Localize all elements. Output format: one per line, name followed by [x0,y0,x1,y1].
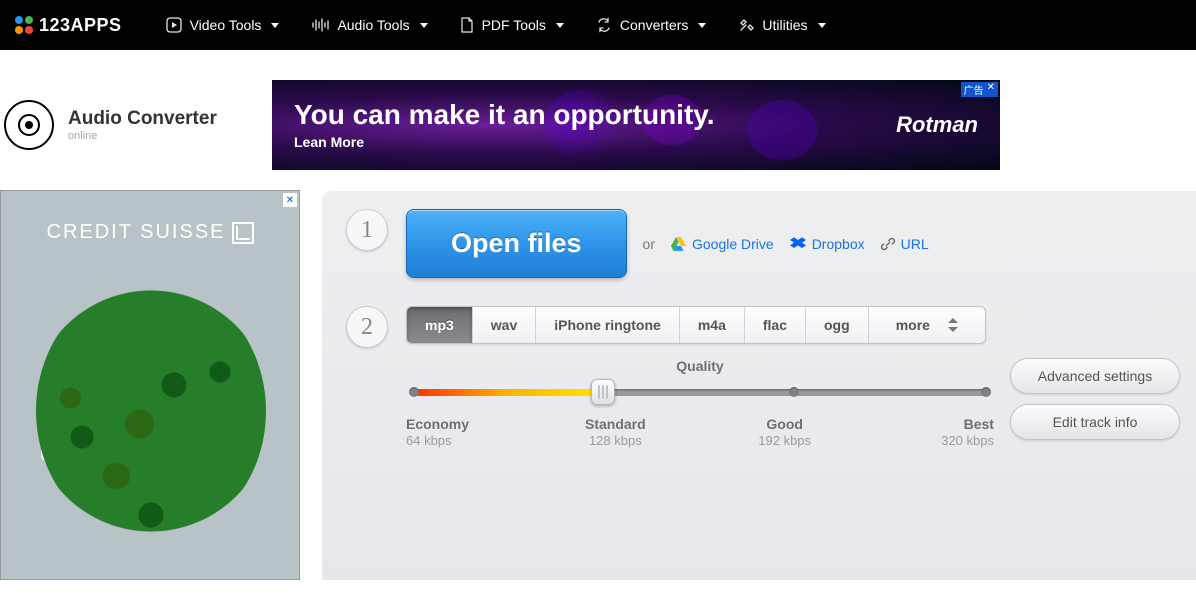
step-1: 1 Open files or Google Drive Dropbox [346,209,1180,278]
convert-icon [596,17,612,33]
open-row: Open files or Google Drive Dropbox URL [406,209,1180,278]
nav-utilities[interactable]: Utilities [722,0,841,50]
quality-label: Quality [406,358,994,374]
quality-name: Economy [406,416,469,432]
format-more[interactable]: more [869,307,985,343]
ad-brand: Rotman [896,112,978,138]
quality-name: Good [766,416,803,432]
brand-mark-icon [232,222,254,244]
banner-ad[interactable]: You can make it an opportunity. Lean Mor… [272,80,1000,170]
sidebar-ad-brand: CREDIT SUISSE [1,221,299,244]
updown-icon [948,318,958,332]
chevron-down-icon [698,23,706,28]
close-icon[interactable]: ✕ [283,193,297,207]
format-tabs: mp3 wav iPhone ringtone m4a flac ogg mor… [406,306,986,344]
quality-name: Standard [585,416,646,432]
chevron-down-icon [420,23,428,28]
play-square-icon [166,17,182,33]
quality-kbps: 320 kbps [914,433,994,448]
nav-converters[interactable]: Converters [580,0,722,50]
nav-audio-tools[interactable]: Audio Tools [295,0,443,50]
format-ogg[interactable]: ogg [806,307,869,343]
ad-tag[interactable]: 广告 ✕ [961,82,998,97]
url-label: URL [901,236,929,252]
step-2: 2 mp3 wav iPhone ringtone m4a flac ogg m… [346,306,1180,448]
slider-tick [789,387,799,397]
format-iphone[interactable]: iPhone ringtone [536,307,680,343]
nav-item-label: Video Tools [190,17,262,33]
app-header: Audio Converter online You can make it a… [0,50,1196,190]
sidebar-ad[interactable]: ✕ CREDIT SUISSE [0,190,300,580]
nav-item-label: Converters [620,17,688,33]
open-files-button[interactable]: Open files [406,209,627,278]
advanced-settings-button[interactable]: Advanced settings [1010,358,1180,394]
quality-name: Best [964,416,994,432]
edit-track-button[interactable]: Edit track info [1010,404,1180,440]
slider-knob[interactable] [591,379,615,405]
chevron-down-icon [271,23,279,28]
chevron-down-icon [556,23,564,28]
converter-panel: 1 Open files or Google Drive Dropbox [322,190,1196,580]
slider-tick [409,387,419,397]
quality-option: Good 192 kbps [745,416,825,448]
quality-kbps: 128 kbps [575,433,655,448]
or-label: or [643,236,655,252]
format-flac[interactable]: flac [745,307,806,343]
audio-wave-icon [311,17,329,33]
format-wav[interactable]: wav [473,307,536,343]
app-info: Audio Converter online [0,100,252,150]
url-link[interactable]: URL [881,236,929,252]
app-icon [4,100,54,150]
dropbox-label: Dropbox [812,236,865,252]
quality-labels: Economy 64 kbps Standard 128 kbps Good 1… [406,416,994,448]
close-icon: ✕ [987,82,995,97]
chevron-down-icon [818,23,826,28]
google-drive-link[interactable]: Google Drive [671,236,774,252]
sidebar-ad-brand-text: CREDIT SUISSE [47,221,226,244]
nav-pdf-tools[interactable]: PDF Tools [444,0,580,50]
nav-video-tools[interactable]: Video Tools [150,0,296,50]
side-actions: Advanced settings Edit track info [1010,358,1180,440]
step-number: 2 [346,306,388,348]
gdrive-icon [671,237,686,251]
nav-item-label: Utilities [762,17,807,33]
vines-graphic [36,281,266,541]
tools-icon [738,17,754,33]
top-nav: 123APPS Video Tools Audio Tools PDF Tool… [0,0,1196,50]
slider-fill [414,389,603,396]
ad-cta: Lean More [294,134,715,150]
nav-item-label: Audio Tools [337,17,409,33]
format-more-label: more [896,317,930,333]
quality-option: Standard 128 kbps [575,416,655,448]
format-mp3[interactable]: mp3 [407,307,473,343]
app-subtitle: online [68,130,217,142]
file-icon [460,17,474,33]
quality-slider[interactable] [414,382,986,402]
main-row: ✕ CREDIT SUISSE 1 Open files or Google D… [0,190,1196,580]
quality-block: Quality Economy 64 kbps [406,358,1180,448]
link-icon [881,237,895,251]
format-m4a[interactable]: m4a [680,307,745,343]
quality-option: Economy 64 kbps [406,416,486,448]
logo-dots-icon [15,16,33,34]
quality-option: Best 320 kbps [914,416,994,448]
app-title: Audio Converter [68,108,217,130]
step-number: 1 [346,209,388,251]
dropbox-icon [790,237,806,251]
dropbox-link[interactable]: Dropbox [790,236,865,252]
brand-logo[interactable]: 123APPS [15,15,122,36]
slider-tick [981,387,991,397]
quality-kbps: 192 kbps [745,433,825,448]
ad-headline: You can make it an opportunity. [294,100,715,131]
nav-item-label: PDF Tools [482,17,546,33]
quality-kbps: 64 kbps [406,433,486,448]
brand-text: 123APPS [39,15,122,36]
ad-tag-label: 广告 [964,82,984,97]
gdrive-label: Google Drive [692,236,774,252]
